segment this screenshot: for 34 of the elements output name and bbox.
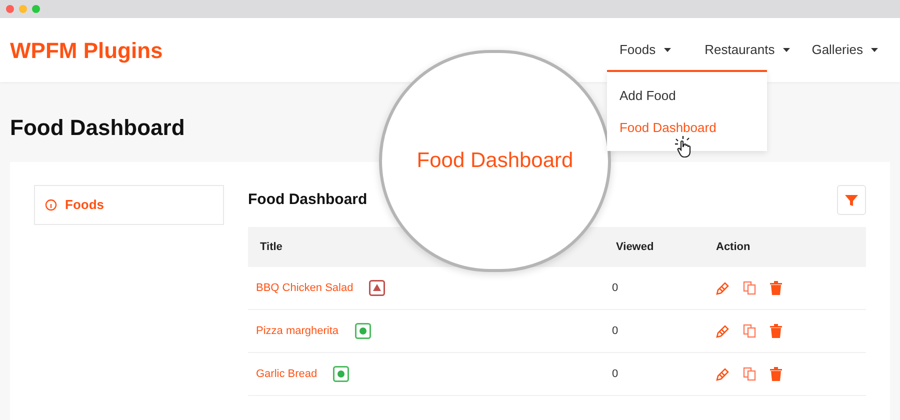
magnified-menu-label: Food Dashboard <box>416 148 574 174</box>
nav-menu-item[interactable]: Foods <box>607 18 683 82</box>
column-header: Title <box>260 240 284 255</box>
sidebar-item[interactable]: Foods <box>34 185 224 225</box>
filter-button[interactable] <box>837 185 866 215</box>
filter-icon <box>845 194 858 206</box>
dropdown-item[interactable]: Food Dashboard <box>607 112 768 143</box>
pencil-icon[interactable] <box>716 324 730 338</box>
caret-icon <box>782 48 790 52</box>
info-icon <box>45 199 57 211</box>
copy-icon[interactable] <box>743 367 757 381</box>
pencil-icon[interactable] <box>716 281 730 295</box>
food-title-link[interactable]: Pizza margherita <box>256 322 339 340</box>
panel-title: Food Dashboard <box>248 190 368 210</box>
column-header: Action <box>716 240 750 255</box>
viewed-count: 0 <box>612 280 620 296</box>
viewed-count: 0 <box>612 366 620 382</box>
food-title-link[interactable]: BBQ Chicken Salad <box>256 280 354 296</box>
viewed-count: 0 <box>612 324 620 339</box>
caret-icon <box>871 48 878 52</box>
page-title: Food Dashboard <box>10 115 185 141</box>
column-header: Viewed <box>616 240 655 255</box>
caret-icon <box>664 48 671 52</box>
trash-icon[interactable] <box>770 324 782 338</box>
pencil-icon[interactable] <box>716 367 730 381</box>
trash-icon[interactable] <box>770 367 782 381</box>
copy-icon[interactable] <box>743 281 757 295</box>
site-logo[interactable]: WPFM Plugins <box>10 34 163 66</box>
dropdown-item[interactable]: Add Food <box>607 80 768 112</box>
nav-menu-item[interactable]: Galleries <box>812 18 878 82</box>
nav-menu-item[interactable]: Restaurants <box>704 18 790 82</box>
trash-icon[interactable] <box>770 281 782 295</box>
food-title-link[interactable]: Garlic Bread <box>256 366 318 382</box>
copy-icon[interactable] <box>743 324 757 338</box>
